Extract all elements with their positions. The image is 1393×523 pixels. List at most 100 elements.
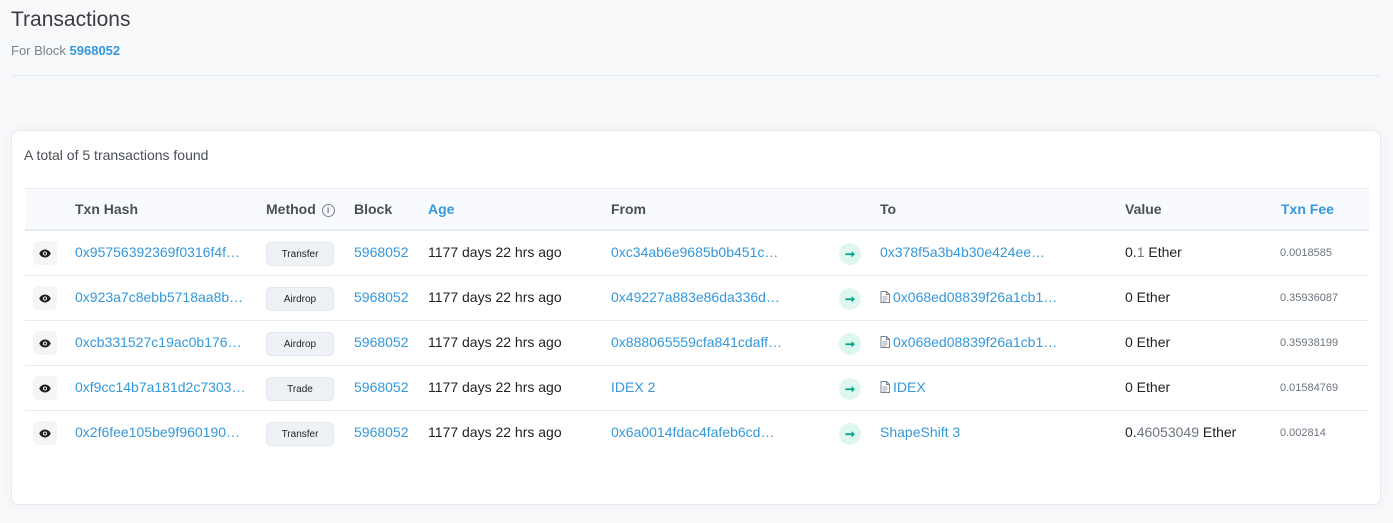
value-main: 0 <box>1125 334 1133 350</box>
block-number-link[interactable]: 5968052 <box>70 43 121 58</box>
value-unit: Ether <box>1198 424 1237 440</box>
view-details-button[interactable] <box>33 376 57 400</box>
arrow-right-icon: ➞ <box>839 378 861 400</box>
value-unit: Ether <box>1132 334 1171 350</box>
to-address-cell: 0x378f5a3b4b30e424ee… <box>880 244 1080 260</box>
to-address-link[interactable]: IDEX <box>893 379 926 395</box>
from-address-link[interactable]: 0x6a0014fdac4fafeb6cd… <box>611 424 791 440</box>
column-method: Method i <box>266 201 335 217</box>
txn-hash-link[interactable]: 0xcb331527c19ac0b176… <box>75 334 245 350</box>
transactions-summary: A total of 5 transactions found <box>24 147 209 163</box>
value-text: 0 Ether <box>1125 379 1170 395</box>
method-badge: Airdrop <box>266 287 334 311</box>
txn-fee-text: 0.35936087 <box>1280 292 1339 304</box>
column-value: Value <box>1125 201 1162 217</box>
document-icon <box>880 336 890 348</box>
column-txn-fee[interactable]: Txn Fee <box>1281 201 1334 217</box>
from-address-link[interactable]: IDEX 2 <box>611 379 791 395</box>
block-link[interactable]: 5968052 <box>354 424 409 440</box>
block-link[interactable]: 5968052 <box>354 334 409 350</box>
table-row: 0xf9cc14b7a181d2c7303… Trade 5968052 117… <box>25 366 1369 411</box>
table-header: Txn Hash Method i Block Age From To Valu… <box>25 188 1369 231</box>
block-link[interactable]: 5968052 <box>354 289 409 305</box>
from-address-link[interactable]: 0x49227a883e86da336d… <box>611 289 791 305</box>
txn-hash-link[interactable]: 0xf9cc14b7a181d2c7303… <box>75 379 245 395</box>
to-address-cell: IDEX <box>880 379 1080 395</box>
to-address-cell: 0x068ed08839f26a1cb1… <box>880 289 1080 305</box>
header-divider <box>11 75 1381 76</box>
transactions-table: Txn Hash Method i Block Age From To Valu… <box>25 188 1369 456</box>
page-header: Transactions For Block 5968052 <box>11 7 1381 58</box>
age-text: 1177 days 22 hrs ago <box>428 334 562 350</box>
arrow-right-icon: ➞ <box>839 423 861 445</box>
from-address-link[interactable]: 0xc34ab6e9685b0b451c… <box>611 244 791 260</box>
value-decimals: 46053049 <box>1136 424 1199 440</box>
age-text: 1177 days 22 hrs ago <box>428 379 562 395</box>
column-to: To <box>880 201 897 217</box>
txn-fee-text: 0.01584769 <box>1280 382 1339 394</box>
txn-hash-link[interactable]: 0x95756392369f0316f4f… <box>75 244 245 260</box>
to-address-link[interactable]: 0x068ed08839f26a1cb1… <box>893 289 1057 305</box>
age-text: 1177 days 22 hrs ago <box>428 289 562 305</box>
eye-icon <box>39 429 51 437</box>
table-row: 0x2f6fee105be9f960190… Transfer 5968052 … <box>25 411 1369 456</box>
txn-fee-text: 0.002814 <box>1280 427 1326 439</box>
age-text: 1177 days 22 hrs ago <box>428 424 562 440</box>
method-badge: Airdrop <box>266 332 334 356</box>
arrow-right-icon: ➞ <box>839 288 861 310</box>
page-subtitle: For Block 5968052 <box>11 43 1381 58</box>
view-details-button[interactable] <box>33 331 57 355</box>
block-link[interactable]: 5968052 <box>354 379 409 395</box>
to-address-link[interactable]: 0x378f5a3b4b30e424ee… <box>880 244 1045 260</box>
value-main: 0 <box>1125 289 1133 305</box>
table-row: 0xcb331527c19ac0b176… Airdrop 5968052 11… <box>25 321 1369 366</box>
block-link[interactable]: 5968052 <box>354 244 409 260</box>
column-method-label: Method <box>266 201 316 217</box>
txn-fee-text: 0.0018585 <box>1280 247 1332 259</box>
transactions-card: A total of 5 transactions found Txn Hash… <box>11 130 1381 505</box>
from-address-link[interactable]: 0x888065559cfa841cdaff… <box>611 334 791 350</box>
method-badge: Trade <box>266 377 334 401</box>
eye-icon <box>39 249 51 257</box>
table-row: 0x923a7c8ebb5718aa8b… Airdrop 5968052 11… <box>25 276 1369 321</box>
subtitle-prefix: For Block <box>11 43 66 58</box>
value-unit: Ether <box>1132 379 1171 395</box>
view-details-button[interactable] <box>33 241 57 265</box>
eye-icon <box>39 294 51 302</box>
eye-icon <box>39 339 51 347</box>
table-body: 0x95756392369f0316f4f… Transfer 5968052 … <box>25 231 1369 456</box>
value-unit: Ether <box>1144 244 1182 260</box>
value-main: 0 <box>1125 379 1133 395</box>
value-text: 0.46053049 Ether <box>1125 424 1236 440</box>
document-icon <box>880 381 890 393</box>
txn-hash-link[interactable]: 0x2f6fee105be9f960190… <box>75 424 245 440</box>
method-badge: Transfer <box>266 422 334 446</box>
page-title: Transactions <box>11 8 131 31</box>
view-details-button[interactable] <box>33 421 57 445</box>
to-address-link[interactable]: ShapeShift 3 <box>880 424 960 440</box>
to-address-cell: 0x068ed08839f26a1cb1… <box>880 334 1080 350</box>
eye-icon <box>39 384 51 392</box>
to-address-link[interactable]: 0x068ed08839f26a1cb1… <box>893 334 1057 350</box>
value-text: 0 Ether <box>1125 289 1170 305</box>
document-icon <box>880 291 890 303</box>
value-main: 0. <box>1125 424 1137 440</box>
value-text: 0 Ether <box>1125 334 1170 350</box>
column-txn-hash: Txn Hash <box>75 201 139 217</box>
value-unit: Ether <box>1132 289 1171 305</box>
age-text: 1177 days 22 hrs ago <box>428 244 562 260</box>
to-address-cell: ShapeShift 3 <box>880 424 1080 440</box>
txn-hash-link[interactable]: 0x923a7c8ebb5718aa8b… <box>75 289 245 305</box>
arrow-right-icon: ➞ <box>839 243 861 265</box>
method-badge: Transfer <box>266 242 334 266</box>
column-block: Block <box>354 201 393 217</box>
info-icon[interactable]: i <box>321 204 335 217</box>
table-row: 0x95756392369f0316f4f… Transfer 5968052 … <box>25 231 1369 276</box>
arrow-right-icon: ➞ <box>839 333 861 355</box>
view-details-button[interactable] <box>33 286 57 310</box>
value-text: 0.1 Ether <box>1125 244 1182 260</box>
txn-fee-text: 0.35938199 <box>1280 337 1339 349</box>
column-age[interactable]: Age <box>428 201 454 217</box>
value-main: 0. <box>1125 244 1137 260</box>
column-from: From <box>611 201 646 217</box>
